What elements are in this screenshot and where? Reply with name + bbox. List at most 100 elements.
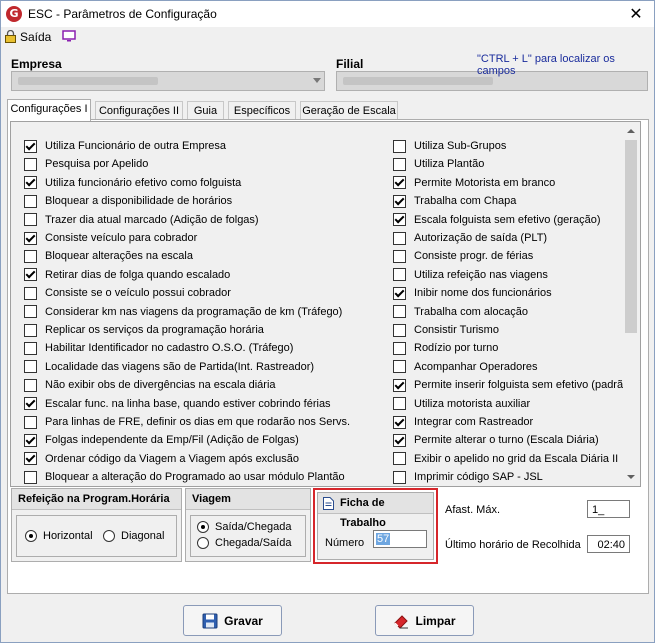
checkbox-option[interactable]: Integrar com Rastreador bbox=[393, 413, 533, 431]
checkbox-option[interactable]: Autorização de saída (PLT) bbox=[393, 229, 547, 247]
checkbox-option[interactable]: Bloquear a alteração do Programado ao us… bbox=[24, 468, 345, 486]
checkbox[interactable] bbox=[24, 249, 37, 263]
checkbox[interactable] bbox=[24, 415, 37, 429]
checkbox[interactable] bbox=[393, 341, 406, 355]
radio-diagonal[interactable]: Diagonal bbox=[103, 530, 164, 542]
checkbox[interactable] bbox=[393, 268, 406, 282]
checkbox-option[interactable]: Permite Motorista em branco bbox=[393, 174, 555, 192]
checkbox[interactable] bbox=[24, 194, 37, 208]
checkbox-option[interactable]: Trabalha com alocação bbox=[393, 303, 528, 321]
checkbox[interactable] bbox=[24, 360, 37, 374]
scroll-thumb[interactable] bbox=[625, 140, 637, 333]
tab-configuracoes-2[interactable]: Configurações II bbox=[95, 101, 183, 120]
checkbox[interactable] bbox=[24, 433, 37, 447]
checkbox-option[interactable]: Utiliza motorista auxiliar bbox=[393, 395, 530, 413]
checkbox-option[interactable]: Bloquear alterações na escala bbox=[24, 247, 193, 265]
scroll-down-button[interactable] bbox=[623, 469, 639, 485]
checkbox[interactable] bbox=[393, 305, 406, 319]
checkbox-option[interactable]: Consiste se o veículo possui cobrador bbox=[24, 284, 231, 302]
checkbox[interactable] bbox=[24, 341, 37, 355]
empresa-field[interactable] bbox=[11, 71, 325, 91]
checkbox-option[interactable]: Retirar dias de folga quando escalado bbox=[24, 266, 230, 284]
checkbox-option[interactable]: Consiste progr. de férias bbox=[393, 247, 533, 265]
checkbox-option[interactable]: Para linhas de FRE, definir os dias em q… bbox=[24, 413, 350, 431]
checkbox[interactable] bbox=[24, 452, 37, 466]
checkbox-option[interactable]: Não exibir obs de divergências na escala… bbox=[24, 376, 276, 394]
checkbox[interactable] bbox=[393, 213, 406, 227]
checkbox[interactable] bbox=[393, 139, 406, 153]
checkbox[interactable] bbox=[393, 378, 406, 392]
checkbox[interactable] bbox=[24, 397, 37, 411]
checkbox-option[interactable]: Consiste veículo para cobrador bbox=[24, 229, 197, 247]
tab-guia[interactable]: Guia bbox=[187, 101, 224, 120]
numero-input[interactable]: 57 bbox=[373, 530, 427, 548]
checkbox[interactable] bbox=[393, 176, 406, 190]
checkbox[interactable] bbox=[24, 268, 37, 282]
checkbox[interactable] bbox=[24, 378, 37, 392]
tab-geracao-escala[interactable]: Geração de Escala bbox=[300, 101, 398, 120]
checkbox[interactable] bbox=[393, 433, 406, 447]
radio-chegada-saida[interactable]: Chegada/Saída bbox=[197, 537, 291, 549]
checkbox-option[interactable]: Habilitar Identificador no cadastro O.S.… bbox=[24, 339, 293, 357]
checkbox-option[interactable]: Utiliza Funcionário de outra Empresa bbox=[24, 137, 226, 155]
checkbox-option[interactable]: Rodízio por turno bbox=[393, 339, 498, 357]
checkbox-option[interactable]: Inibir nome dos funcionários bbox=[393, 284, 552, 302]
checkbox-option[interactable]: Escala folguista sem efetivo (geração) bbox=[393, 211, 600, 229]
checkbox[interactable] bbox=[24, 323, 37, 337]
checkbox[interactable] bbox=[393, 231, 406, 245]
checkbox[interactable] bbox=[24, 139, 37, 153]
vertical-scrollbar[interactable] bbox=[623, 123, 639, 485]
checkbox-option[interactable]: Trabalha com Chapa bbox=[393, 192, 516, 210]
exit-button[interactable]: Saída bbox=[20, 30, 51, 44]
checkbox[interactable] bbox=[24, 305, 37, 319]
checkbox-option[interactable]: Acompanhar Operadores bbox=[393, 358, 538, 376]
checkbox-option[interactable]: Trazer dia atual marcado (Adição de folg… bbox=[24, 211, 259, 229]
checkbox[interactable] bbox=[393, 157, 406, 171]
monitor-icon[interactable] bbox=[62, 30, 76, 42]
checkbox-option[interactable]: Ordenar código da Viagem a Viagem após e… bbox=[24, 450, 299, 468]
checkbox[interactable] bbox=[24, 286, 37, 300]
checkbox[interactable] bbox=[24, 231, 37, 245]
clear-button[interactable]: Limpar bbox=[375, 605, 474, 636]
checkbox[interactable] bbox=[393, 286, 406, 300]
checkbox[interactable] bbox=[393, 452, 406, 466]
afast-input[interactable]: 1_ bbox=[587, 500, 630, 518]
checkbox[interactable] bbox=[24, 470, 37, 484]
checkbox-option[interactable]: Imprimir código SAP - JSL bbox=[393, 468, 543, 486]
tab-especificos[interactable]: Específicos bbox=[228, 101, 296, 120]
arrow-down-icon bbox=[627, 475, 635, 479]
checkbox[interactable] bbox=[393, 415, 406, 429]
checkbox-option[interactable]: Considerar km nas viagens da programação… bbox=[24, 303, 342, 321]
checkbox-option[interactable]: Utiliza refeição nas viagens bbox=[393, 266, 548, 284]
tab-configuracoes-1[interactable]: Configurações I bbox=[7, 99, 91, 121]
checkbox-option[interactable]: Consistir Turismo bbox=[393, 321, 499, 339]
checkbox[interactable] bbox=[393, 194, 406, 208]
close-button[interactable]: ✕ bbox=[624, 3, 648, 25]
checkbox[interactable] bbox=[24, 213, 37, 227]
checkbox-option[interactable]: Utiliza Plantão bbox=[393, 155, 484, 173]
checkbox-option[interactable]: Utiliza funcionário efetivo como folguis… bbox=[24, 174, 241, 192]
checkbox-option[interactable]: Permite alterar o turno (Escala Diária) bbox=[393, 431, 599, 449]
checkbox[interactable] bbox=[24, 176, 37, 190]
radio-saida-chegada[interactable]: Saída/Chegada bbox=[197, 521, 291, 533]
checkbox-option[interactable]: Utiliza Sub-Grupos bbox=[393, 137, 506, 155]
scroll-up-button[interactable] bbox=[623, 123, 639, 139]
checkbox-option[interactable]: Escalar func. na linha base, quando esti… bbox=[24, 395, 331, 413]
radio-horizontal[interactable]: Horizontal bbox=[25, 530, 93, 542]
save-button[interactable]: Gravar bbox=[183, 605, 282, 636]
checkbox-option[interactable]: Permite inserir folguista sem efetivo (p… bbox=[393, 376, 633, 394]
checkbox[interactable] bbox=[24, 157, 37, 171]
checkbox-option[interactable]: Replicar os serviços da programação horá… bbox=[24, 321, 264, 339]
checkbox-label: Permite Motorista em branco bbox=[414, 176, 556, 189]
checkbox-option[interactable]: Exibir o apelido no grid da Escala Diári… bbox=[393, 450, 618, 468]
checkbox-option[interactable]: Pesquisa por Apelido bbox=[24, 155, 148, 173]
checkbox[interactable] bbox=[393, 323, 406, 337]
checkbox[interactable] bbox=[393, 397, 406, 411]
checkbox-option[interactable]: Localidade das viagens são de Partida(In… bbox=[24, 358, 314, 376]
checkbox-option[interactable]: Folgas independente da Emp/Fil (Adição d… bbox=[24, 431, 299, 449]
checkbox[interactable] bbox=[393, 249, 406, 263]
checkbox[interactable] bbox=[393, 360, 406, 374]
checkbox[interactable] bbox=[393, 470, 406, 484]
recolhida-input[interactable]: 02:40 bbox=[587, 535, 630, 553]
checkbox-option[interactable]: Bloquear a disponibilidade de horários bbox=[24, 192, 232, 210]
